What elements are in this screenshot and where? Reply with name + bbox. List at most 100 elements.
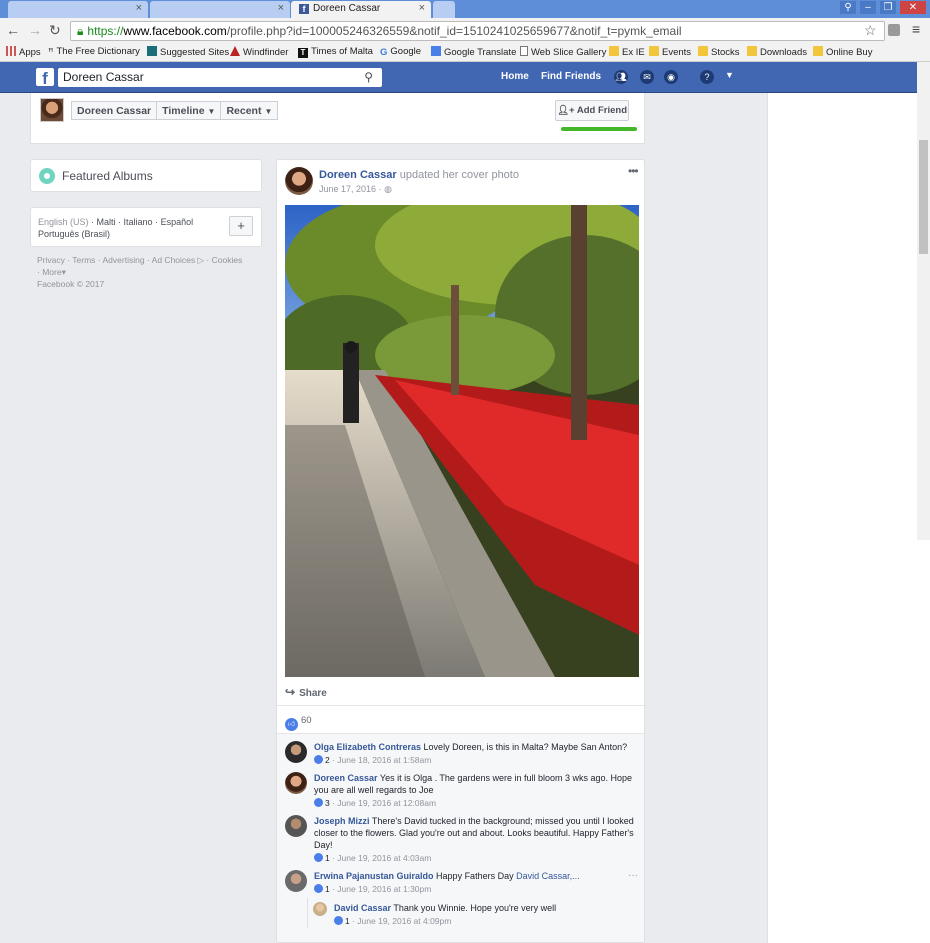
address-bar-row: ← → ↻ 🔒︎ https://www.facebook.com/profile… [0,18,930,44]
commenter-avatar[interactable] [285,870,307,892]
bookmark-suggested-sites[interactable]: Suggested Sites [147,46,229,58]
commenter-name[interactable]: Joseph Mizzi [314,816,370,826]
browser-tabstrip: × × f Doreen Cassar × ⚲ – ❐ ✕ [0,0,930,18]
commenter-avatar[interactable] [285,741,307,763]
post-options-icon[interactable]: ••• [628,164,639,178]
close-tab-icon[interactable]: × [419,2,425,14]
minimize-icon[interactable]: – [860,1,876,14]
apps-grid-icon [6,46,16,56]
footer-more[interactable]: More [42,267,61,277]
commenter-avatar[interactable] [285,772,307,794]
language-link[interactable]: Español [161,217,194,227]
footer-copyright: Facebook © 2017 [37,279,105,289]
url-input[interactable]: 🔒︎ https://www.facebook.com/profile.php?i… [70,21,885,41]
footer-advertising[interactable]: Advertising [103,255,145,265]
new-tab-button[interactable] [433,1,455,18]
bookmark-label: Web Slice Gallery [531,47,607,58]
post-date[interactable]: June 17, 2016 · ◍ [319,184,392,195]
browser-tab-active[interactable]: f Doreen Cassar × [291,1,431,18]
comment-time[interactable]: June 19, 2016 at 4:03am [337,853,431,863]
search-icon[interactable]: ⚲ [364,68,373,87]
replier-avatar[interactable] [313,902,327,916]
commenter-avatar[interactable] [285,815,307,837]
commenter-name[interactable]: Olga Elizabeth Contreras [314,742,421,752]
forward-icon[interactable]: → [28,22,42,38]
add-language-button[interactable]: + [229,216,253,236]
messages-icon[interactable]: ✉ [640,70,654,84]
nav-home[interactable]: Home [501,71,529,82]
bookmark-apps[interactable]: Apps [6,46,41,58]
comment-like-count[interactable]: 1 [325,884,330,894]
blank-area [770,540,930,943]
bookmark-online-buy[interactable]: Online Buy [813,46,872,58]
replier-name[interactable]: David Cassar [334,903,391,913]
profile-avatar[interactable] [40,98,64,122]
commenter-name[interactable]: Doreen Cassar [314,773,378,783]
account-menu-icon[interactable]: ▼ [725,70,734,80]
bookmark-events[interactable]: Events [649,46,691,58]
bookmark-downloads[interactable]: Downloads [747,46,807,58]
share-button[interactable]: ↪ Share [285,685,327,699]
browser-tab-2[interactable]: × [150,1,290,18]
comment-options-icon[interactable]: ··· [628,870,638,881]
add-friend-button[interactable]: 👤︎+ Add Friend [555,100,629,121]
footer-terms[interactable]: Terms [72,255,95,265]
post-header: Doreen Cassar updated her cover photo [319,169,519,181]
timeline-tab[interactable]: Timeline ▼ [157,102,222,119]
browser-tab-1[interactable]: × [8,1,148,18]
profile-name-tab[interactable]: Doreen Cassar [72,102,158,119]
like-count[interactable]: 👍︎ 60 [285,715,312,731]
comment: Joseph Mizzi There's David tucked in the… [285,815,635,864]
post-author-link[interactable]: Doreen Cassar [319,169,397,181]
facebook-logo[interactable]: f [36,68,54,88]
facebook-search-input[interactable]: Doreen Cassar ⚲ [58,68,382,87]
bookmark-free-dictionary[interactable]: ꟸ The Free Dictionary [48,46,140,58]
reply-like-count[interactable]: 1 [345,916,350,926]
bookmark-times-of-malta[interactable]: T Times of Malta [298,46,373,58]
language-link[interactable]: Malti [97,217,116,227]
comment-time[interactable]: June 18, 2016 at 1:58am [337,755,431,765]
language-link[interactable]: Português (Brasil) [38,229,110,239]
extension-icon[interactable] [888,24,900,36]
close-window-icon[interactable]: ✕ [900,1,926,14]
friend-requests-icon[interactable]: 👥︎ [614,70,628,84]
post-author-avatar[interactable] [285,167,313,195]
bookmark-google[interactable]: G Google [380,46,421,58]
notifications-icon[interactable]: ◉ [664,70,678,84]
back-icon[interactable]: ← [6,22,20,38]
comment-like-count[interactable]: 1 [325,853,330,863]
comment-time[interactable]: June 19, 2016 at 12:08am [337,798,436,808]
commenter-name[interactable]: Erwina Pajanustan Guiraldo [314,871,434,881]
bookmark-ex-ie[interactable]: Ex IE [609,46,645,58]
user-icon[interactable]: ⚲ [840,1,856,14]
scrollbar-track[interactable] [917,62,930,540]
help-icon[interactable]: ? [700,70,714,84]
comment-time[interactable]: June 19, 2016 at 1:30pm [337,884,431,894]
comment-like-count[interactable]: 2 [325,755,330,765]
featured-albums-card[interactable]: Featured Albums [30,159,262,192]
mention-link[interactable]: David Cassar,... [516,871,580,881]
footer-cookies[interactable]: Cookies [212,255,243,265]
nav-find-friends[interactable]: Find Friends [541,71,601,82]
restore-icon[interactable]: ❐ [880,1,896,14]
chrome-menu-icon[interactable]: ≡ [912,21,920,37]
reply-time[interactable]: June 19, 2016 at 4:09pm [357,916,451,926]
folder-icon [813,46,823,56]
cover-photo[interactable] [285,205,639,677]
reload-icon[interactable]: ↻ [49,22,61,39]
bookmark-star-icon[interactable]: ☆ [864,22,877,39]
footer-privacy[interactable]: Privacy [37,255,65,265]
bookmark-stocks[interactable]: Stocks [698,46,740,58]
bookmark-google-translate[interactable]: Google Translate [431,46,516,58]
comment: Doreen Cassar Yes it is Olga . The garde… [285,772,635,809]
bing-icon [147,46,157,56]
close-tab-icon[interactable]: × [278,2,284,14]
footer-ad-choices[interactable]: Ad Choices [152,255,195,265]
comment-like-count[interactable]: 3 [325,798,330,808]
bookmark-web-slice-gallery[interactable]: Web Slice Gallery [520,46,606,58]
bookmark-windfinder[interactable]: Windfinder [230,46,288,58]
language-link[interactable]: Italiano [124,217,153,227]
close-tab-icon[interactable]: × [136,2,142,14]
scrollbar-thumb[interactable] [919,140,928,254]
recent-tab[interactable]: Recent ▼ [221,102,277,119]
